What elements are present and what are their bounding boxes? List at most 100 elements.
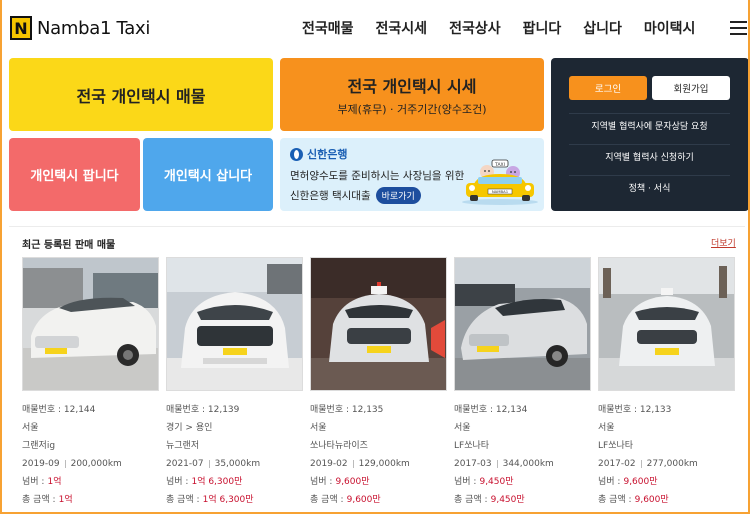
listing-region: 서울	[310, 422, 327, 433]
prices-banner-title: 전국 개인택시 시세	[347, 76, 477, 96]
listing-premium: 9,450만	[479, 476, 514, 487]
listing-model: 그랜저ig	[22, 440, 56, 451]
shinhan-loan-banner[interactable]: 신한은행 면허양수도를 준비하시는 사장님을 위한 신한은행 택시대출 바로가기…	[280, 138, 544, 211]
listing-total: 1억 6,300만	[202, 494, 254, 505]
listing-premium-label: 넘버 :	[310, 476, 333, 487]
recent-listings-title: 최근 등록된 판매 매물	[22, 240, 116, 251]
listing-card[interactable]: 매물번호 : 12,139 경기 > 용인 뉴그랜저 2021-07 35,000…	[166, 257, 303, 507]
listing-info: 매물번호 : 12,144 서울 그랜저ig 2019-09 200,000km …	[22, 401, 162, 509]
taxi-sign-text: TAXI	[494, 162, 505, 168]
listing-region: 경기 > 용인	[166, 422, 213, 433]
listing-total: 9,600만	[346, 494, 381, 505]
taxi-plate-text: NAMBA1	[492, 189, 509, 194]
listing-id-label: 매물번호 :	[22, 404, 62, 415]
listing-card[interactable]: 매물번호 : 12,135 서울 쏘나타뉴라이즈 2019-02 129,000k…	[310, 257, 447, 507]
buy-banner[interactable]: 개인택시 삽니다	[143, 138, 273, 211]
shinhan-line1: 면허양수도를 준비하시는 사장님을 위한	[290, 170, 465, 182]
listing-info: 매물번호 : 12,133 서울 LF쏘나타 2017-02 277,000km …	[598, 401, 738, 509]
listing-total-label: 총 금액 :	[166, 494, 200, 505]
listing-year: 2017-03	[454, 458, 492, 469]
listing-mileage: 277,000km	[646, 458, 698, 469]
main-nav: 전국매물 전국시세 전국상사 팝니다 삽니다 마이택시	[302, 18, 717, 38]
car-photo	[166, 257, 303, 391]
listing-info: 매물번호 : 12,134 서울 LF쏘나타 2017-03 344,000km …	[454, 401, 594, 509]
listing-model: LF쏘나타	[454, 440, 490, 451]
nav-item-listings[interactable]: 전국매물	[302, 18, 354, 38]
listing-model: LF쏘나타	[598, 440, 634, 451]
listing-id: 12,135	[351, 404, 384, 415]
page: N Namba1 Taxi 전국매물 전국시세 전국상사 팝니다 삽니다 마이택…	[0, 0, 750, 514]
policy-forms-link[interactable]: 정책 · 서식	[569, 175, 730, 199]
listing-id-label: 매물번호 :	[454, 404, 494, 415]
section-divider	[9, 226, 745, 227]
shinhan-go-button[interactable]: 바로가기	[375, 187, 421, 204]
listing-premium: 1억	[47, 476, 62, 487]
prices-banner-subtitle: 부제(휴무) · 거주기간(양수조건)	[337, 102, 487, 116]
listing-region: 서울	[598, 422, 615, 433]
listing-mileage: 129,000km	[358, 458, 410, 469]
listing-id: 12,134	[495, 404, 528, 415]
listing-id-label: 매물번호 :	[166, 404, 206, 415]
shinhan-line2-row: 신한은행 택시대출 바로가기	[290, 187, 421, 204]
listing-model: 쏘나타뉴라이즈	[310, 440, 368, 451]
car-photo	[310, 257, 447, 391]
listing-premium-label: 넘버 :	[454, 476, 477, 487]
nav-item-prices[interactable]: 전국시세	[376, 18, 428, 38]
menu-icon[interactable]	[730, 21, 747, 35]
listing-info: 매물번호 : 12,139 경기 > 용인 뉴그랜저 2021-07 35,000…	[166, 401, 306, 509]
listing-mileage: 200,000km	[70, 458, 122, 469]
listing-year: 2017-02	[598, 458, 636, 469]
nav-item-buy[interactable]: 삽니다	[583, 18, 622, 38]
shinhan-line2: 신한은행 택시대출	[290, 190, 371, 202]
listing-id: 12,144	[63, 404, 96, 415]
nav-item-mytaxi[interactable]: 마이택시	[644, 18, 696, 38]
listing-card[interactable]: 매물번호 : 12,133 서울 LF쏘나타 2017-02 277,000km …	[598, 257, 735, 507]
nav-item-sell[interactable]: 팝니다	[523, 18, 562, 38]
listing-region: 서울	[454, 422, 471, 433]
listing-info: 매물번호 : 12,135 서울 쏘나타뉴라이즈 2019-02 129,000k…	[310, 401, 450, 509]
car-photo	[454, 257, 591, 391]
buy-banner-title: 개인택시 삽니다	[163, 169, 253, 184]
listing-year: 2021-07	[166, 458, 204, 469]
prices-banner[interactable]: 전국 개인택시 시세 부제(휴무) · 거주기간(양수조건)	[280, 58, 544, 131]
listing-card[interactable]: 매물번호 : 12,144 서울 그랜저ig 2019-09 200,000km …	[22, 257, 159, 507]
sell-banner-title: 개인택시 팝니다	[30, 169, 119, 184]
listing-premium: 9,600만	[335, 476, 370, 487]
listings-banner-title: 전국 개인택시 매물	[76, 86, 206, 106]
listing-mileage: 35,000km	[214, 458, 261, 469]
more-link[interactable]: 더보기	[711, 236, 736, 249]
shinhan-logo-text: 신한은행	[307, 148, 348, 161]
car-photo	[22, 257, 159, 391]
logo-mark: N	[10, 16, 32, 40]
listing-premium-label: 넘버 :	[166, 476, 189, 487]
sms-consult-link[interactable]: 지역별 협력사에 문자상담 요청	[569, 113, 730, 137]
nav-item-dealers[interactable]: 전국상사	[449, 18, 501, 38]
member-panel: 로그인 회원가입 지역별 협력사에 문자상담 요청 지역별 협력사 신청하기 정…	[551, 58, 748, 211]
site-logo[interactable]: N Namba1 Taxi	[10, 16, 150, 40]
listing-card[interactable]: 매물번호 : 12,134 서울 LF쏘나타 2017-03 344,000km …	[454, 257, 591, 507]
listing-model: 뉴그랜저	[166, 440, 200, 451]
listing-mileage: 344,000km	[502, 458, 554, 469]
listing-id-label: 매물번호 :	[598, 404, 638, 415]
logo-text: Namba1 Taxi	[37, 17, 151, 39]
listing-total-label: 총 금액 :	[454, 494, 488, 505]
listing-premium-label: 넘버 :	[598, 476, 621, 487]
car-photo	[598, 257, 735, 391]
listing-year: 2019-09	[22, 458, 60, 469]
listing-total-label: 총 금액 :	[22, 494, 56, 505]
listing-total: 1억	[58, 494, 73, 505]
sell-banner[interactable]: 개인택시 팝니다	[9, 138, 140, 211]
listing-year: 2019-02	[310, 458, 348, 469]
shinhan-logo: 신한은행	[290, 146, 347, 162]
listing-id-label: 매물번호 :	[310, 404, 350, 415]
listings-banner[interactable]: 전국 개인택시 매물	[9, 58, 273, 131]
listing-id: 12,139	[207, 404, 240, 415]
listing-total-label: 총 금액 :	[598, 494, 632, 505]
signup-button[interactable]: 회원가입	[652, 76, 730, 100]
login-button[interactable]: 로그인	[569, 76, 647, 100]
listing-premium: 9,600만	[623, 476, 658, 487]
listing-region: 서울	[22, 422, 39, 433]
partner-apply-link[interactable]: 지역별 협력사 신청하기	[569, 144, 730, 168]
site-header: N Namba1 Taxi 전국매물 전국시세 전국상사 팝니다 삽니다 마이택…	[2, 0, 748, 56]
taxi-illustration: TAXI NAMBA1	[462, 159, 538, 205]
